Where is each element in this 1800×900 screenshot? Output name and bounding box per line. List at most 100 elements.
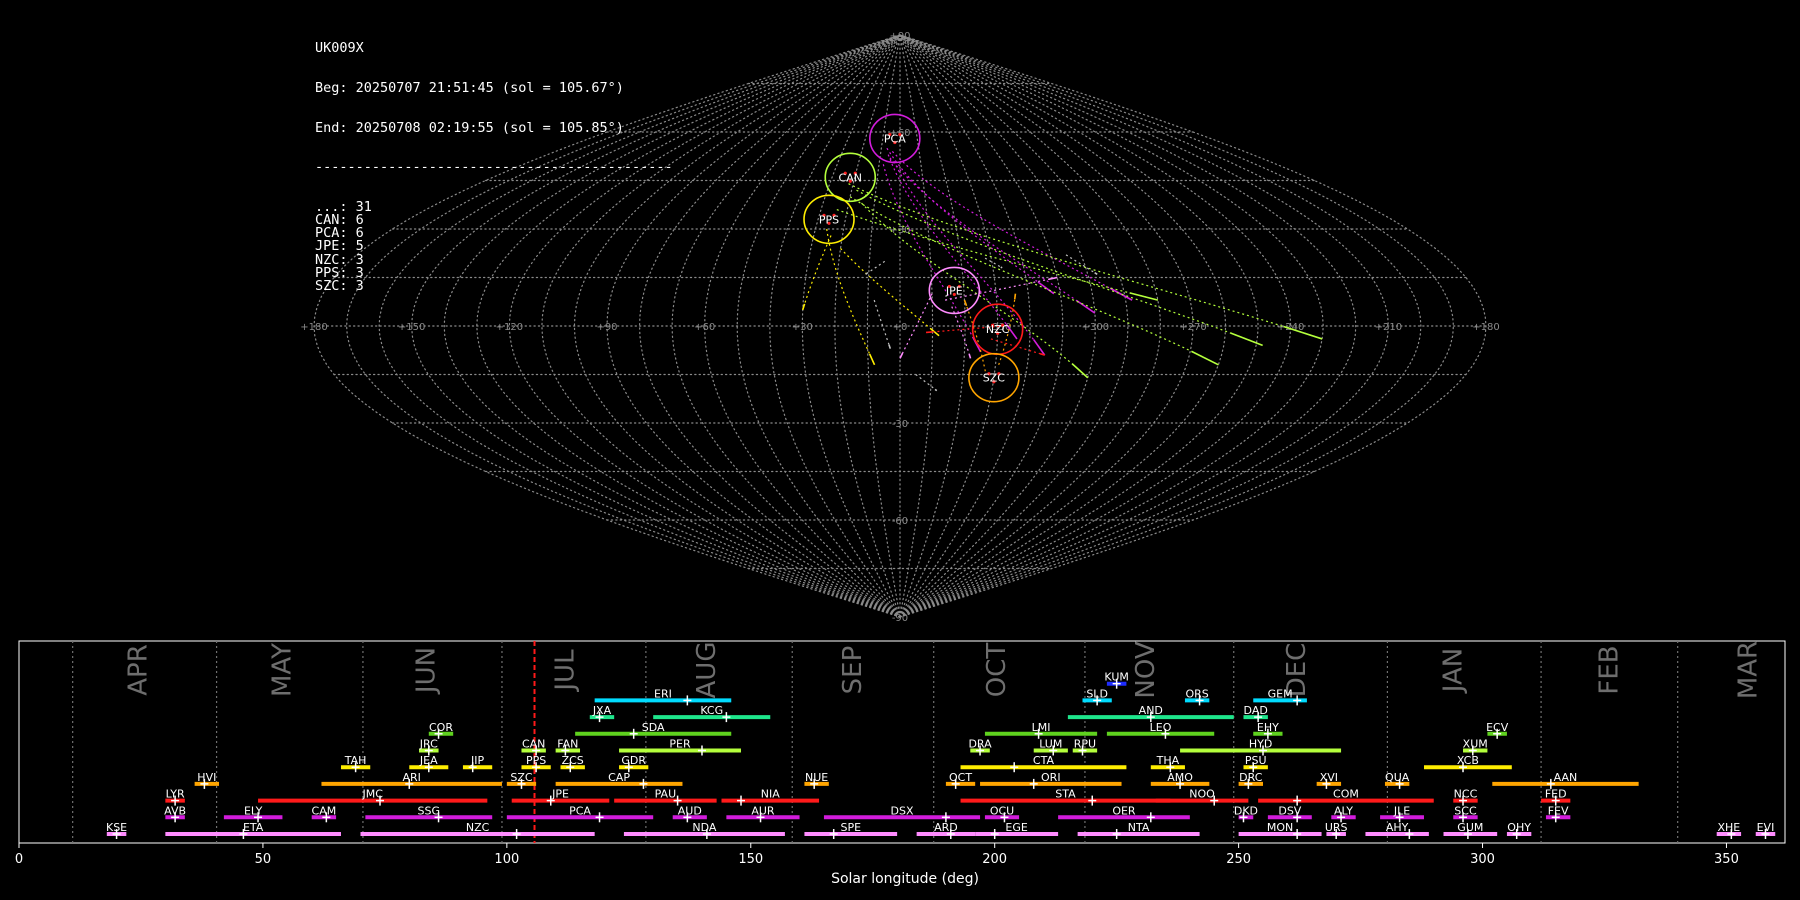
radiant-label: PPS xyxy=(819,213,839,226)
x-axis-label: Solar longitude (deg) xyxy=(831,871,979,887)
x-tick-label: 50 xyxy=(255,852,272,867)
shower-code: AND xyxy=(1139,704,1163,717)
shower-code: HVI xyxy=(197,771,216,784)
shower-count: NZC: 3 xyxy=(315,251,364,268)
shower-code: FED xyxy=(1545,788,1567,801)
shower-code: KSE xyxy=(106,821,127,834)
shower-count: PPS: 3 xyxy=(315,264,364,281)
shower-code: URS xyxy=(1325,821,1348,834)
shower-code: COM xyxy=(1333,788,1359,801)
shower-code: HYD xyxy=(1249,738,1272,751)
shower-code: OCU xyxy=(990,804,1014,817)
shower-code: JXA xyxy=(592,704,612,717)
shower-count: PCA: 6 xyxy=(315,225,364,242)
month-label: JUN xyxy=(411,647,441,695)
meteor-plot-canvas: +180 +150 +120 +90 +60 +30 +0 +330 +300 +270 +240 +… xyxy=(15,31,1786,887)
shower-code: DRA xyxy=(968,738,992,751)
shower-code: ARD xyxy=(934,821,958,834)
shower-code: GDR xyxy=(621,754,646,767)
shower-code: MON xyxy=(1267,821,1293,834)
shower-code: TAH xyxy=(344,754,367,767)
meteor-track xyxy=(887,154,1018,340)
x-tick-label: 300 xyxy=(1470,852,1495,867)
shower-code: JLE xyxy=(1393,804,1410,817)
month-label: SEP xyxy=(838,646,868,695)
shower-code: OCT xyxy=(949,771,972,784)
meteor-track xyxy=(1065,254,1098,275)
x-tick-label: 200 xyxy=(982,852,1007,867)
meteor-segment xyxy=(1076,299,1096,314)
shower-code: LYR xyxy=(166,788,185,801)
month-label: JUL xyxy=(550,649,580,693)
shower-code: AHY xyxy=(1386,821,1409,834)
shower-code: XHE xyxy=(1718,821,1741,834)
shower-code: SZC xyxy=(510,771,533,784)
lon-tick-label: +30 xyxy=(792,322,813,333)
shower-count: ...: 31 xyxy=(315,198,372,215)
shower-code: EVI xyxy=(1757,821,1775,834)
shower-code: GEM xyxy=(1268,687,1293,700)
shower-code: PSU xyxy=(1245,754,1267,767)
lon-tick-label: +90 xyxy=(596,322,617,333)
lat-tick-label: -60 xyxy=(892,516,908,527)
shower-code: SPE xyxy=(840,821,861,834)
meteor-track xyxy=(840,247,940,337)
radiant-label: PCA xyxy=(884,132,906,145)
lon-tick-label: +150 xyxy=(398,322,425,333)
lon-tick-label: +300 xyxy=(1082,322,1109,333)
x-tick-label: 0 xyxy=(15,852,23,867)
shower-code: EHY xyxy=(1257,721,1279,734)
meteor-track xyxy=(802,235,832,310)
meteor-track xyxy=(865,260,886,275)
shower-code: ARI xyxy=(403,771,421,784)
shower-code: AAN xyxy=(1554,771,1578,784)
shower-code: SLD xyxy=(1086,687,1108,700)
shower-code: AMO xyxy=(1167,771,1193,784)
shower-code: NDA xyxy=(692,821,717,834)
shower-code: CAN xyxy=(522,738,545,751)
shower-code: OER xyxy=(1112,804,1136,817)
shower-code: PER xyxy=(669,738,691,751)
shower-count: JPE: 5 xyxy=(315,238,364,255)
radiant-label: JPE xyxy=(945,284,963,297)
shower-code: AUD xyxy=(678,804,702,817)
lon-tick-label: +180 xyxy=(300,322,327,333)
shower-code: XUM xyxy=(1463,738,1488,751)
shower-code: ECV xyxy=(1486,721,1509,734)
shower-code: ELY xyxy=(244,804,263,817)
shower-code: ERI xyxy=(654,687,672,700)
lat-tick-label: +90 xyxy=(889,31,910,42)
lon-tick-label: +60 xyxy=(694,322,715,333)
meteor-segment xyxy=(1129,292,1159,301)
shower-code: QUA xyxy=(1385,771,1410,784)
shower-code: AVB xyxy=(164,804,186,817)
shower-code: DSX xyxy=(891,804,914,817)
meteor-segment xyxy=(868,353,876,366)
separator: ----------------------------------------… xyxy=(315,159,673,176)
meteor-segment xyxy=(1048,276,1058,281)
shower-code: STA xyxy=(1055,788,1076,801)
shower-code: XCB xyxy=(1457,754,1479,767)
shower-code: DKD xyxy=(1234,804,1258,817)
shower-code: EGE xyxy=(1005,821,1027,834)
shower-code: SCC xyxy=(1454,804,1477,817)
shower-code: JEA xyxy=(419,754,438,767)
meteor-segment xyxy=(1094,272,1098,275)
shower-count: SZC: 3 xyxy=(315,277,364,294)
radiant-label: CAN xyxy=(839,171,862,184)
begin-time: Beg: 20250707 21:51:45 (sol = 105.67°) xyxy=(315,80,624,96)
shower-code: CAM xyxy=(312,804,337,817)
meteor-segment xyxy=(865,272,868,275)
station-id: UK009X xyxy=(315,40,364,57)
shower-code: KCG xyxy=(700,704,723,717)
shower-code: NTA xyxy=(1128,821,1150,834)
shower-code: ALY xyxy=(1334,804,1353,817)
month-label: JAN xyxy=(1438,648,1468,694)
shower-code: NUE xyxy=(805,771,828,784)
shower-code: NOO xyxy=(1189,788,1215,801)
shower-code: PPS xyxy=(526,754,546,767)
shower-code: GUM xyxy=(1457,821,1483,834)
shower-code: KUM xyxy=(1104,671,1128,684)
meteor-track xyxy=(836,209,1159,301)
month-label: AUG xyxy=(692,642,722,699)
